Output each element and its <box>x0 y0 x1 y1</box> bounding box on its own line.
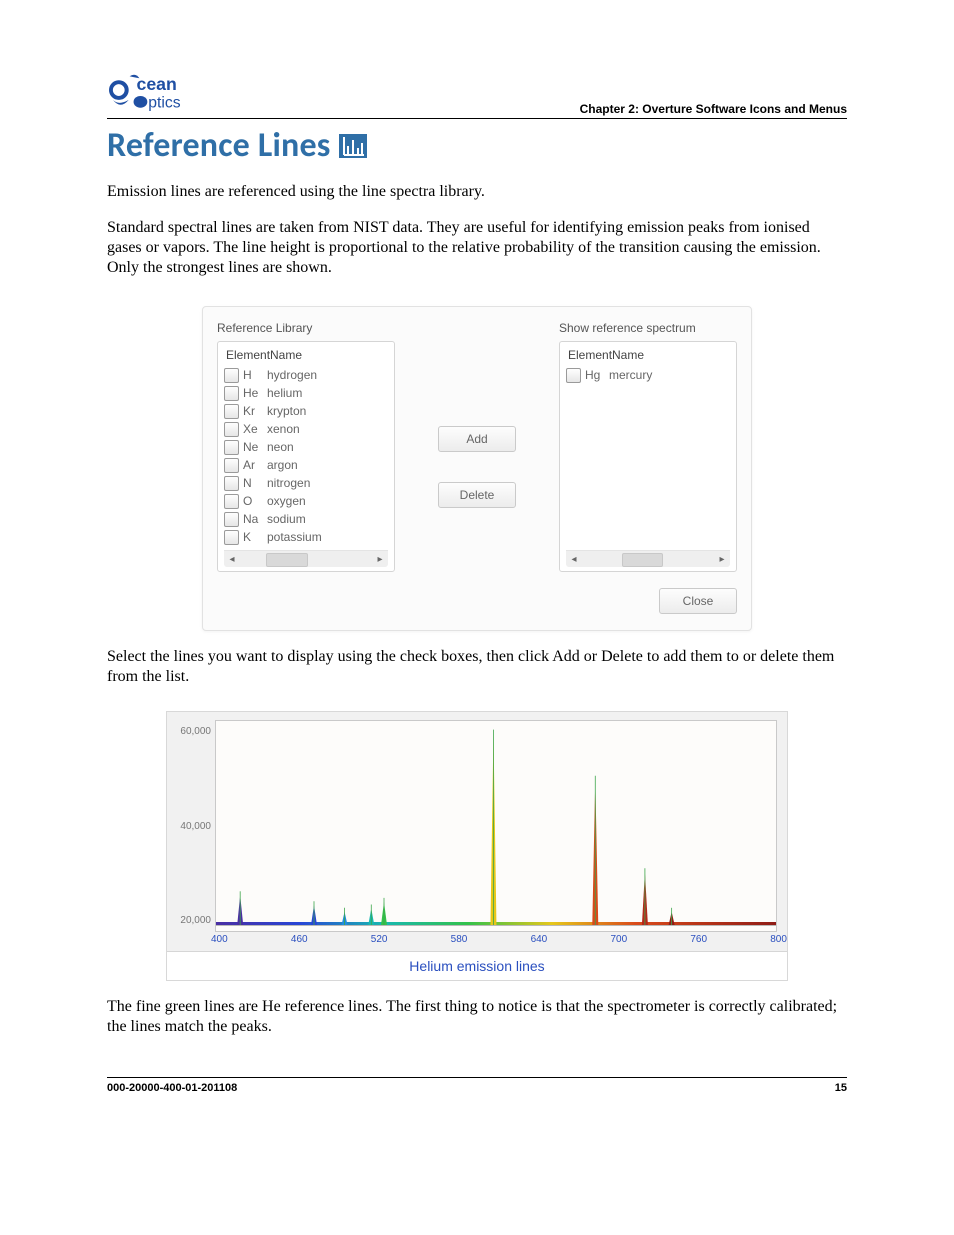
list-item[interactable]: Arargon <box>224 456 388 474</box>
list-item[interactable]: Krkrypton <box>224 402 388 420</box>
spectrum-title: Show reference spectrum <box>559 321 737 335</box>
element-symbol: Hg <box>585 368 609 382</box>
scroll-thumb[interactable] <box>622 553 664 567</box>
element-name: potassium <box>267 530 388 544</box>
element-symbol: O <box>243 494 267 508</box>
element-name: argon <box>267 458 388 472</box>
spectrum-listbox: Element Name Hgmercury ◂ ▸ <box>559 341 737 572</box>
checkbox[interactable] <box>224 422 239 437</box>
y-tick: 60,000 <box>180 726 211 737</box>
divider <box>107 118 847 119</box>
paragraph: The fine green lines are He reference li… <box>107 997 847 1037</box>
checkbox[interactable] <box>224 458 239 473</box>
element-symbol: Na <box>243 512 267 526</box>
reference-library-dialog: Reference Library Element Name Hhydrogen… <box>202 306 752 631</box>
x-axis: 400 460 520 580 640 700 760 800 <box>211 932 787 951</box>
checkbox[interactable] <box>224 368 239 383</box>
element-name: mercury <box>609 368 730 382</box>
element-symbol: Ne <box>243 440 267 454</box>
scroll-thumb[interactable] <box>266 553 308 567</box>
svg-text:cean: cean <box>137 74 177 94</box>
doc-id: 000-20000-400-01-201108 <box>107 1082 237 1094</box>
element-symbol: N <box>243 476 267 490</box>
col-element: Element <box>226 348 270 362</box>
checkbox[interactable] <box>224 386 239 401</box>
element-name: helium <box>267 386 388 400</box>
scroll-left-icon[interactable]: ◂ <box>224 552 240 566</box>
list-item[interactable]: Nnitrogen <box>224 474 388 492</box>
list-item[interactable]: Xexenon <box>224 420 388 438</box>
x-tick: 700 <box>610 934 627 945</box>
library-title: Reference Library <box>217 321 395 335</box>
scrollbar[interactable]: ◂ ▸ <box>224 550 388 567</box>
scrollbar[interactable]: ◂ ▸ <box>566 550 730 567</box>
checkbox[interactable] <box>224 476 239 491</box>
paragraph: Standard spectral lines are taken from N… <box>107 218 847 278</box>
list-item[interactable]: Ooxygen <box>224 492 388 510</box>
x-tick: 400 <box>211 934 228 945</box>
svg-text:ptics: ptics <box>148 95 180 112</box>
plot-area <box>215 720 777 932</box>
x-tick: 580 <box>451 934 468 945</box>
list-header: Element Name <box>224 348 388 366</box>
x-tick: 520 <box>371 934 388 945</box>
element-symbol: K <box>243 530 267 544</box>
list-item[interactable]: Nasodium <box>224 510 388 528</box>
element-name: sodium <box>267 512 388 526</box>
scroll-left-icon[interactable]: ◂ <box>566 552 582 566</box>
chart-title: Helium emission lines <box>167 951 787 980</box>
page-title: Reference Lines <box>107 125 331 166</box>
y-tick: 20,000 <box>180 915 211 926</box>
scroll-right-icon[interactable]: ▸ <box>714 552 730 566</box>
element-symbol: H <box>243 368 267 382</box>
list-item[interactable]: Hgmercury <box>566 366 730 384</box>
y-axis: 60,000 40,000 20,000 <box>171 720 215 932</box>
list-item[interactable]: Hhydrogen <box>224 366 388 384</box>
element-name: oxygen <box>267 494 388 508</box>
y-tick: 40,000 <box>180 821 211 832</box>
element-symbol: Kr <box>243 404 267 418</box>
library-listbox: Element Name HhydrogenHeheliumKrkryptonX… <box>217 341 395 572</box>
reference-lines-icon <box>339 134 367 158</box>
list-header: Element Name <box>566 348 730 366</box>
checkbox[interactable] <box>224 530 239 545</box>
paragraph: Emission lines are referenced using the … <box>107 182 847 202</box>
checkbox[interactable] <box>224 404 239 419</box>
delete-button[interactable]: Delete <box>438 482 516 508</box>
list-item[interactable]: Neneon <box>224 438 388 456</box>
close-button[interactable]: Close <box>659 588 737 614</box>
logo: cean ptics <box>107 70 225 116</box>
element-symbol: Ar <box>243 458 267 472</box>
x-tick: 800 <box>770 934 787 945</box>
list-item[interactable]: Kpotassium <box>224 528 388 546</box>
checkbox[interactable] <box>224 440 239 455</box>
scroll-right-icon[interactable]: ▸ <box>372 552 388 566</box>
element-symbol: He <box>243 386 267 400</box>
col-name: Name <box>612 348 730 362</box>
element-name: neon <box>267 440 388 454</box>
x-tick: 640 <box>531 934 548 945</box>
element-name: xenon <box>267 422 388 436</box>
element-name: hydrogen <box>267 368 388 382</box>
checkbox[interactable] <box>224 512 239 527</box>
checkbox[interactable] <box>566 368 581 383</box>
add-button[interactable]: Add <box>438 426 516 452</box>
x-tick: 460 <box>291 934 308 945</box>
divider <box>107 1077 847 1078</box>
col-name: Name <box>270 348 388 362</box>
page-number: 15 <box>835 1082 847 1094</box>
element-name: nitrogen <box>267 476 388 490</box>
x-tick: 760 <box>690 934 707 945</box>
element-symbol: Xe <box>243 422 267 436</box>
emission-chart: 60,000 40,000 20,000 400 460 520 580 640 700 760… <box>166 711 788 981</box>
checkbox[interactable] <box>224 494 239 509</box>
paragraph: Select the lines you want to display usi… <box>107 647 847 687</box>
chapter-label: Chapter 2: Overture Software Icons and M… <box>580 102 847 116</box>
list-item[interactable]: Hehelium <box>224 384 388 402</box>
col-element: Element <box>568 348 612 362</box>
element-name: krypton <box>267 404 388 418</box>
